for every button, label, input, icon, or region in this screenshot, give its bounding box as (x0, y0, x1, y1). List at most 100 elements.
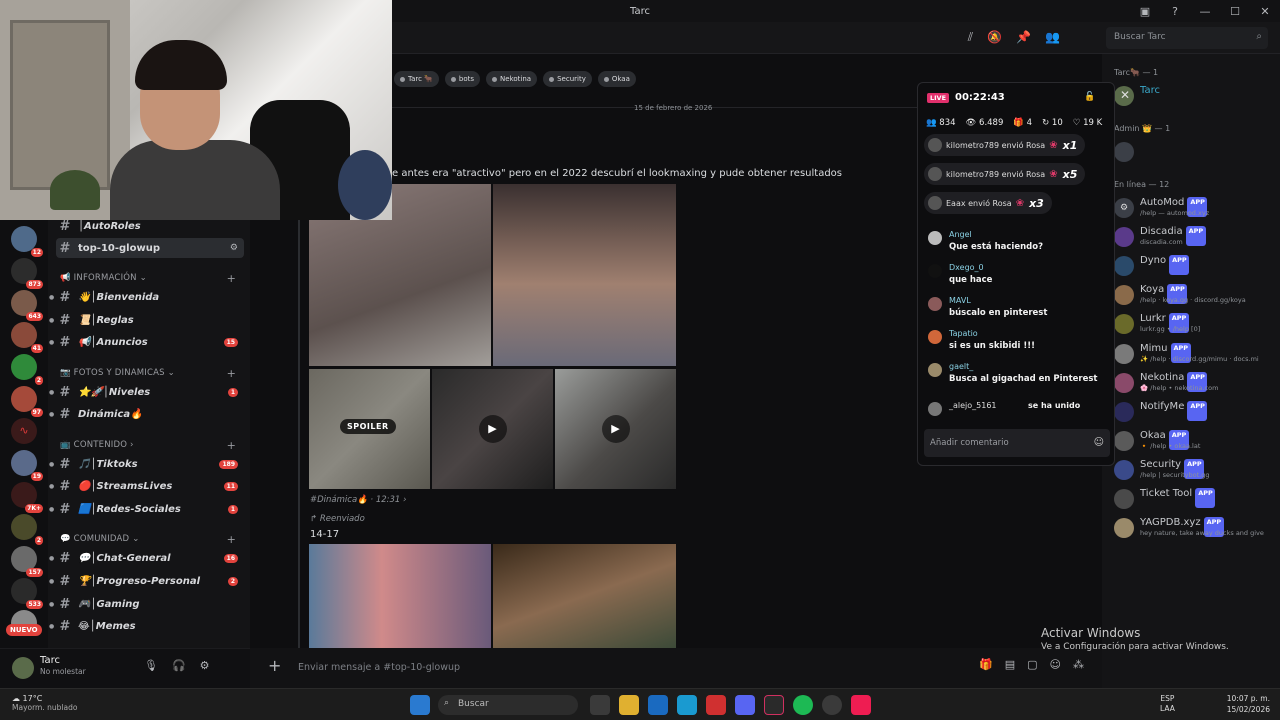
member-lurkr[interactable]: Lurkr APP lurkr.gg • /help [0] (1114, 312, 1280, 336)
sticker-icon[interactable]: ▢ (1027, 658, 1037, 671)
server-icon[interactable]: 533 (11, 578, 43, 609)
weather-widget[interactable]: ☁ 17°C Mayorm. nublado (12, 694, 77, 712)
threads-icon[interactable]: ⫽ (968, 30, 973, 45)
server-icon[interactable]: 7K+ (11, 482, 43, 513)
member-notifyme[interactable]: NotifyMe APP (1114, 400, 1280, 424)
emoji-icon[interactable]: ☺ (1094, 437, 1104, 448)
server-icon[interactable]: 19 (11, 450, 43, 481)
attachment-image[interactable] (493, 184, 676, 366)
add-attachment-icon[interactable]: + (268, 656, 281, 675)
add-channel-icon[interactable]: + (227, 533, 236, 546)
tag-chip[interactable]: Nekotina (486, 71, 538, 87)
member-dyno[interactable]: Dyno APP (1114, 254, 1280, 278)
member-discadia[interactable]: Discadia APP discadia.com (1114, 225, 1280, 249)
tag-chip[interactable]: Security (543, 71, 592, 87)
language-indicator[interactable]: ESP LAA (1160, 694, 1175, 714)
member-koya[interactable]: Koya APP/help · koya.gg · discord.gg/koya (1114, 283, 1280, 307)
apps-icon[interactable]: ⁂ (1073, 658, 1084, 671)
server-icon[interactable]: 157 (11, 546, 43, 577)
inbox-icon[interactable]: ▣ (1130, 5, 1160, 18)
emoji-icon[interactable]: ☺ (1050, 658, 1061, 671)
server-icon[interactable]: 643 (11, 290, 43, 321)
category-fotos[interactable]: 📷 FOTOS Y DINAMICAS ⌄ + (60, 367, 240, 380)
member-yagpdb[interactable]: YAGPDB.xyz APP hey nature, take away ducks… (1114, 516, 1280, 540)
channel-bienvenida[interactable]: ● # 👋│Bienvenida (49, 287, 244, 307)
tag-chip[interactable]: bots (444, 71, 481, 87)
gif-icon[interactable]: ▤ (1005, 658, 1015, 671)
server-icon[interactable]: 12 (11, 226, 43, 257)
attachment-image[interactable] (309, 544, 491, 648)
member-automod[interactable]: ⚙ AutoMod APP/help — automod.xyz (1114, 196, 1280, 220)
channel-niveles[interactable]: ● # ⭐🚀│Niveles 1 (49, 382, 244, 402)
channel-gaming[interactable]: ● # 🎮│Gaming (49, 594, 244, 614)
close-button[interactable]: ✕ (1250, 5, 1280, 18)
category-informacion[interactable]: 📢 INFORMACIÓN ⌄ + (60, 272, 240, 285)
member-nekotina[interactable]: Nekotina APP 🌸 /help • nekotina.com (1114, 371, 1280, 395)
app-icon[interactable] (590, 695, 610, 715)
add-comment-input[interactable]: Añadir comentario ☺ (924, 429, 1110, 457)
spotify-icon[interactable] (793, 695, 813, 715)
discord-icon[interactable] (735, 695, 755, 715)
channel-reglas[interactable]: ● # 📜│Reglas (49, 310, 244, 330)
taskbar-search[interactable]: ⌕ Buscar (438, 695, 578, 715)
category-comunidad[interactable]: 💬 COMUNIDAD ⌄ + (60, 533, 240, 546)
opera-icon[interactable] (706, 695, 726, 715)
member-owner[interactable]: Tarc (1114, 84, 1280, 108)
edge-icon[interactable] (677, 695, 697, 715)
attachment-image[interactable] (493, 544, 676, 648)
heartbeat-icon[interactable]: ∿ (11, 418, 37, 444)
server-icon[interactable]: 2 (11, 514, 43, 545)
tag-chip[interactable]: Okaa (597, 71, 636, 87)
server-icon[interactable]: 97 (11, 386, 43, 417)
message-input[interactable]: Enviar mensaje a #top-10-glowup (298, 662, 460, 673)
member-security[interactable]: Security APP/help | securitybot.gg (1114, 458, 1280, 482)
channel-tiktoks[interactable]: ● # 🎵│Tiktoks 189 (49, 454, 244, 474)
play-icon[interactable]: ▶ (478, 415, 507, 443)
gear-icon[interactable]: ⚙ (200, 659, 210, 672)
add-channel-icon[interactable]: + (227, 367, 236, 380)
spoiler-image[interactable]: SPOILER (309, 369, 430, 489)
forward-source[interactable]: #Dinámica🔥 · 12:31 › (310, 495, 406, 505)
minimize-button[interactable]: — (1190, 5, 1220, 18)
channel-streamslives[interactable]: ● # 🔴│StreamsLives 11 (49, 476, 244, 496)
member-mimu[interactable]: Mimu APP ✨ /help · discord.gg/mimu · docs.… (1114, 342, 1280, 366)
server-icon[interactable]: 41 (11, 322, 43, 353)
category-contenido[interactable]: 📺 CONTENIDO › + (60, 439, 240, 452)
add-channel-icon[interactable]: + (227, 439, 236, 452)
outlook-icon[interactable] (648, 695, 668, 715)
attachment-video[interactable]: ▶ (555, 369, 676, 489)
tiktok-icon[interactable] (851, 695, 871, 715)
microphone-icon[interactable]: 🎙 (144, 659, 158, 672)
attachment-video[interactable]: ▶ (432, 369, 553, 489)
member-admin[interactable] (1114, 140, 1280, 164)
maximize-button[interactable]: ☐ (1220, 5, 1250, 18)
mute-bell-icon[interactable]: 🔕 (987, 30, 1002, 45)
member-ticket-tool[interactable]: Ticket Tool APP (1114, 487, 1280, 511)
windows-start-icon[interactable] (410, 695, 430, 715)
file-explorer-icon[interactable] (619, 695, 639, 715)
members-icon[interactable]: 👥 (1045, 30, 1060, 45)
tag-chip[interactable]: Tarc 🐂 (394, 71, 439, 87)
epic-games-icon[interactable] (764, 695, 784, 715)
channel-redes-sociales[interactable]: ● # 🟦│Redes-Sociales 1 (49, 499, 244, 519)
server-icon[interactable]: 2 (11, 354, 43, 385)
obs-icon[interactable] (822, 695, 842, 715)
channel-top-10-glowup[interactable]: # top-10-glowup ⚙ (56, 238, 244, 258)
avatar[interactable] (12, 657, 34, 679)
lock-icon[interactable]: 🔓 (1084, 92, 1095, 102)
headphones-icon[interactable]: 🎧 (172, 659, 186, 672)
channel-autoroles[interactable]: # │AutoRoles (56, 220, 244, 236)
gift-icon[interactable]: 🎁 (979, 658, 993, 671)
channel-memes[interactable]: ● # 😂│Memes (49, 616, 244, 636)
channel-settings-icon[interactable]: ⚙ (230, 243, 238, 253)
close-icon[interactable]: ✕ (1120, 88, 1130, 102)
channel-dinamica[interactable]: ● # Dinámica🔥 (49, 404, 244, 424)
pin-icon[interactable]: 📌 (1016, 30, 1031, 45)
search-input[interactable]: Buscar Tarc ⌕ (1106, 27, 1268, 49)
channel-chat-general[interactable]: ● # 💬│Chat-General 16 (49, 548, 244, 568)
channel-anuncios[interactable]: ● # 📢│Anuncios 15 (49, 332, 244, 352)
server-icon[interactable]: 873 (11, 258, 43, 289)
add-channel-icon[interactable]: + (227, 272, 236, 285)
channel-progreso-personal[interactable]: ● # 🏆│Progreso-Personal 2 (49, 571, 244, 591)
help-icon[interactable]: ? (1160, 5, 1190, 18)
